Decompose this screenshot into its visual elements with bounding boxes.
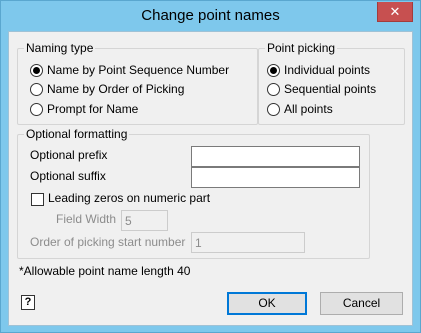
- allowable-length-note: *Allowable point name length 40: [19, 264, 191, 278]
- radio-button[interactable]: [30, 82, 43, 96]
- help-icon[interactable]: ?: [21, 295, 35, 310]
- radio-label: Name by Point Sequence Number: [47, 63, 230, 77]
- radio-label: Sequential points: [284, 82, 377, 96]
- radio-sequential-points[interactable]: Sequential points: [267, 81, 376, 97]
- radio-individual-points[interactable]: Individual points: [267, 62, 370, 78]
- optional-suffix-label: Optional suffix: [30, 169, 106, 183]
- window-title: Change point names: [141, 7, 280, 24]
- field-width-input[interactable]: [121, 210, 168, 231]
- radio-name-by-order[interactable]: Name by Order of Picking: [30, 81, 184, 97]
- radio-label: Prompt for Name: [47, 102, 139, 116]
- point-picking-legend: Point picking: [265, 41, 338, 55]
- radio-label: All points: [284, 102, 333, 116]
- radio-all-points[interactable]: All points: [267, 101, 333, 117]
- close-button[interactable]: ✕: [377, 2, 413, 22]
- title-bar[interactable]: Change point names ✕: [1, 1, 420, 31]
- radio-button[interactable]: [267, 82, 280, 96]
- start-number-input[interactable]: [191, 232, 305, 253]
- radio-button-selected[interactable]: [267, 63, 280, 77]
- start-number-label: Order of picking start number: [30, 235, 186, 249]
- cancel-button[interactable]: Cancel: [320, 292, 403, 315]
- dialog-client-area: Naming type Name by Point Sequence Numbe…: [8, 31, 413, 326]
- optional-prefix-input[interactable]: [191, 146, 360, 167]
- change-point-names-dialog: Change point names ✕ Naming type Name by…: [0, 0, 421, 333]
- radio-prompt-for-name[interactable]: Prompt for Name: [30, 101, 138, 117]
- naming-type-legend: Naming type: [24, 41, 96, 55]
- optional-suffix-input[interactable]: [191, 167, 360, 188]
- field-width-label: Field Width: [56, 212, 117, 226]
- leading-zeros-checkbox[interactable]: [31, 193, 44, 206]
- radio-label: Name by Order of Picking: [47, 82, 185, 96]
- radio-name-by-sequence[interactable]: Name by Point Sequence Number: [30, 62, 229, 78]
- optional-prefix-label: Optional prefix: [30, 148, 108, 162]
- radio-button[interactable]: [30, 102, 43, 116]
- radio-button-selected[interactable]: [30, 63, 43, 77]
- optional-formatting-legend: Optional formatting: [24, 127, 130, 141]
- ok-button[interactable]: OK: [227, 292, 307, 315]
- radio-button[interactable]: [267, 102, 280, 116]
- radio-label: Individual points: [284, 63, 371, 77]
- leading-zeros-label: Leading zeros on numeric part: [48, 191, 211, 205]
